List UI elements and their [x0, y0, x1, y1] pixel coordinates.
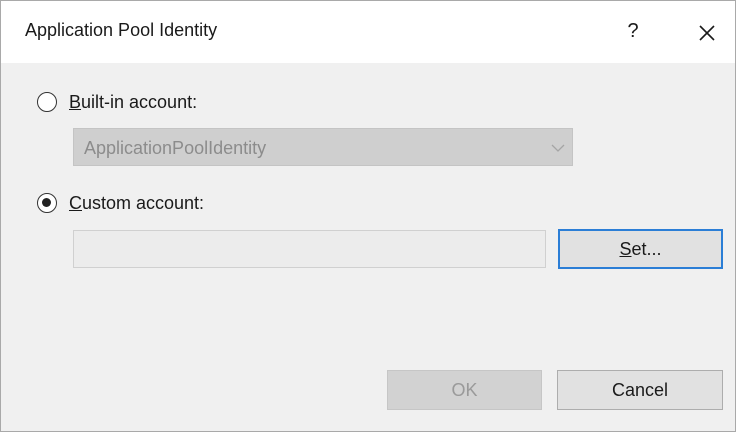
builtin-account-select[interactable]: ApplicationPoolIdentity [73, 128, 573, 166]
ok-button[interactable]: OK [387, 370, 542, 410]
dialog-title: Application Pool Identity [25, 20, 218, 40]
chevron-down-icon [551, 144, 565, 152]
custom-account-label: Custom account: [69, 192, 205, 213]
custom-account-field[interactable] [73, 230, 546, 268]
help-button[interactable]: ? [617, 13, 649, 49]
set-button[interactable]: Set... [558, 229, 723, 269]
builtin-account-option[interactable]: Built-in account: [37, 89, 197, 115]
close-icon [699, 25, 715, 41]
cancel-button[interactable]: Cancel [557, 370, 723, 410]
builtin-account-select-value: ApplicationPoolIdentity [84, 138, 267, 158]
builtin-account-label: Built-in account: [69, 91, 198, 112]
custom-account-radio[interactable] [37, 193, 57, 213]
title-bar: Application Pool Identity ? [1, 1, 735, 63]
close-button[interactable] [689, 15, 725, 51]
application-pool-identity-dialog: Application Pool Identity ? Built-in acc… [0, 0, 736, 432]
custom-account-option[interactable]: Custom account: [37, 190, 204, 216]
builtin-account-radio[interactable] [37, 92, 57, 112]
